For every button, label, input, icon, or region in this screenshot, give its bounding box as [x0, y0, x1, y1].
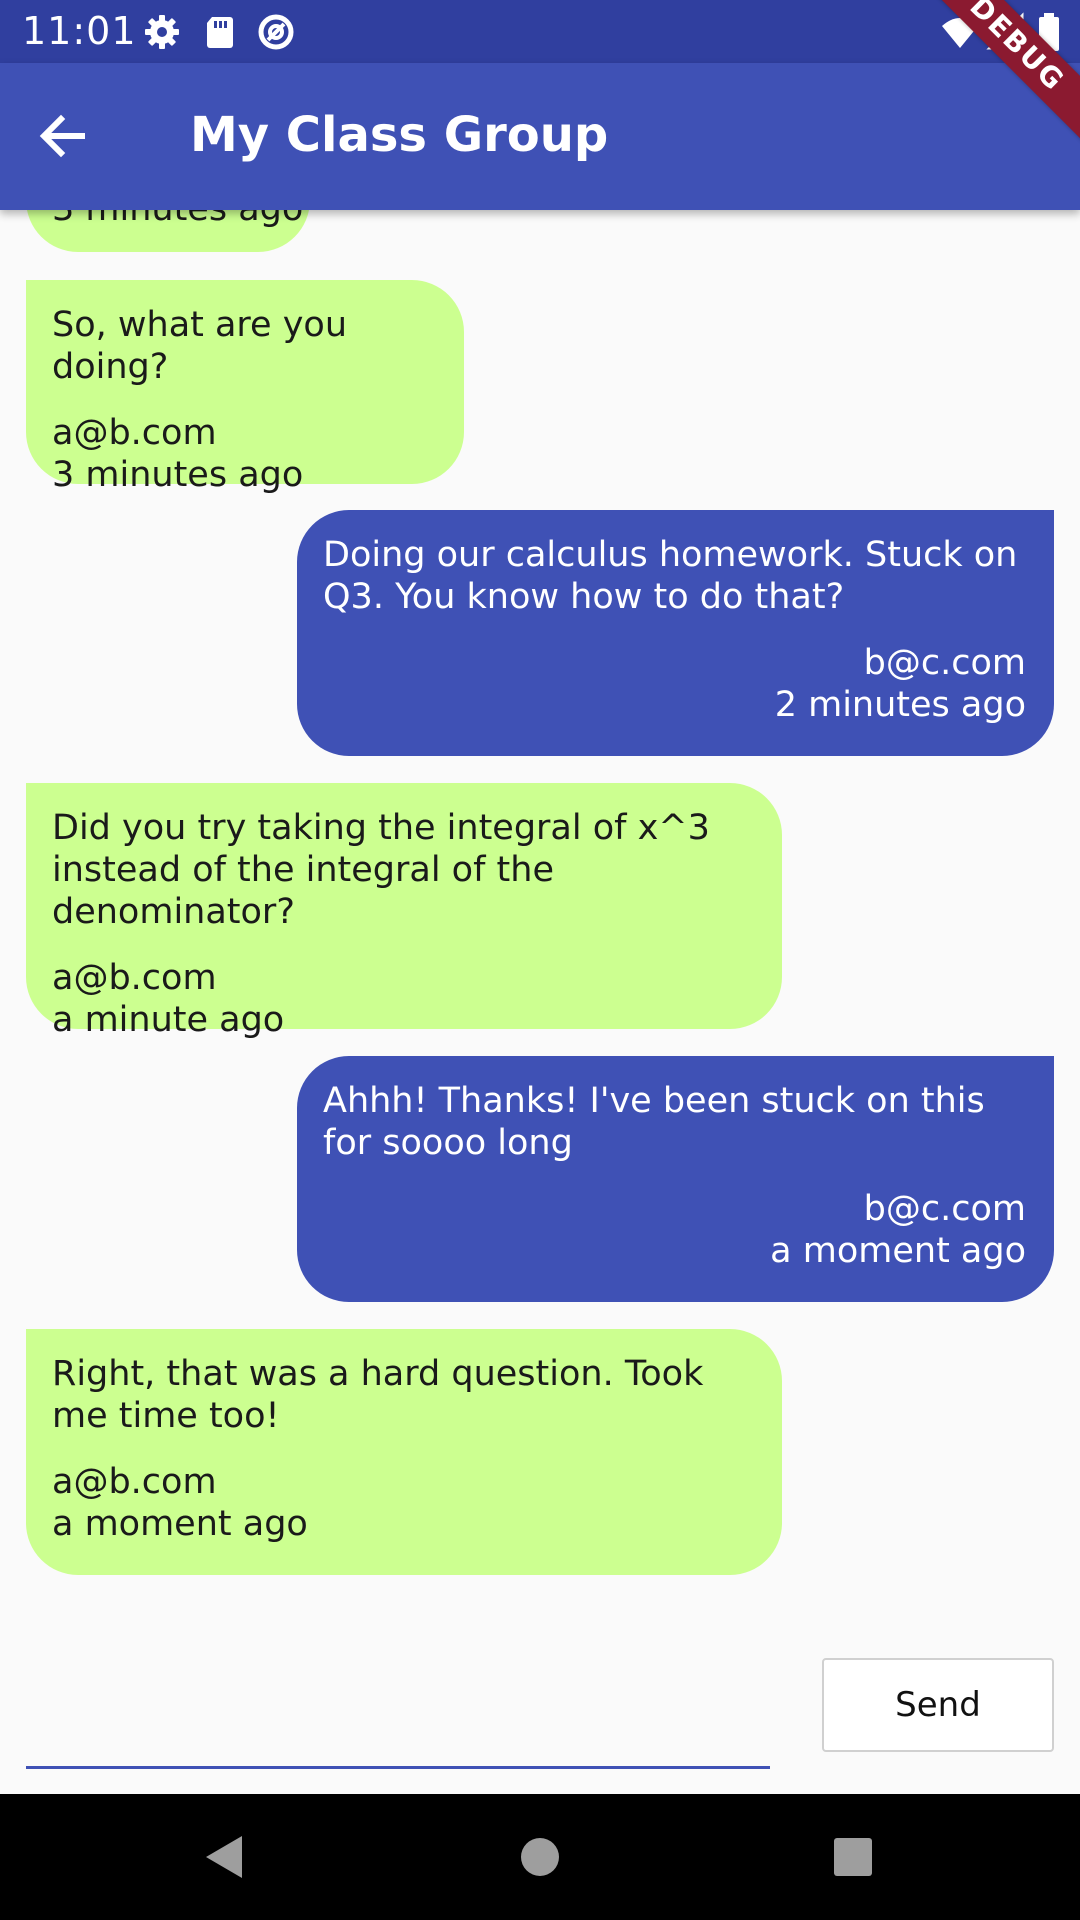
message-time: a minute ago: [52, 1000, 285, 1040]
message-time: 2 minutes ago: [774, 685, 1026, 725]
send-button[interactable]: Send: [822, 1658, 1054, 1752]
message-bubble: 3 minutes ago: [26, 210, 310, 252]
message-time: a moment ago: [52, 1504, 308, 1544]
message-bubble: So, what are you doing? a@b.com 3 minute…: [26, 280, 464, 495]
message-text: Did you try taking the integral of x^3 i…: [52, 808, 710, 932]
arrow-back-icon[interactable]: [30, 103, 96, 169]
sd-card-icon: [200, 12, 240, 52]
message-sender: b@c.com: [863, 1189, 1026, 1229]
status-bar: 11:01: [0, 0, 1080, 63]
app-bar: My Class Group: [0, 63, 1080, 210]
input-underline: [26, 1766, 770, 1769]
message-bubble: Ahhh! Thanks! I've been stuck on this fo…: [297, 1056, 1054, 1302]
recents-square-icon[interactable]: [830, 1834, 876, 1880]
message-time: 3 minutes ago: [52, 210, 303, 230]
chat-message-list[interactable]: 3 minutes ago So, what are you doing? a@…: [0, 210, 1080, 1590]
message-text: So, what are you doing?: [52, 305, 348, 387]
message-text: Ahhh! Thanks! I've been stuck on this fo…: [323, 1081, 985, 1163]
message-sender: b@c.com: [863, 643, 1026, 683]
message-sender: a@b.com: [52, 1462, 217, 1502]
message-sender: a@b.com: [52, 958, 217, 998]
message-time: a moment ago: [770, 1231, 1026, 1271]
message-time: 3 minutes ago: [52, 455, 304, 495]
back-triangle-icon[interactable]: [202, 1834, 248, 1880]
message-bubble: Doing our calculus homework. Stuck on Q3…: [297, 510, 1054, 756]
message-text: Right, that was a hard question. Took me…: [52, 1354, 704, 1436]
message-bubble: Did you try taking the integral of x^3 i…: [26, 783, 782, 1040]
message-text: Doing our calculus homework. Stuck on Q3…: [323, 535, 1018, 617]
home-circle-icon[interactable]: [517, 1834, 563, 1880]
at-sign-icon: [256, 12, 296, 52]
page-title: My Class Group: [190, 107, 609, 163]
status-time: 11:01: [22, 9, 137, 53]
gear-icon: [142, 12, 182, 52]
message-sender: a@b.com: [52, 413, 217, 453]
system-nav-bar: [0, 1794, 1080, 1920]
message-bubble: Right, that was a hard question. Took me…: [26, 1329, 782, 1575]
message-input[interactable]: [26, 1680, 774, 1762]
